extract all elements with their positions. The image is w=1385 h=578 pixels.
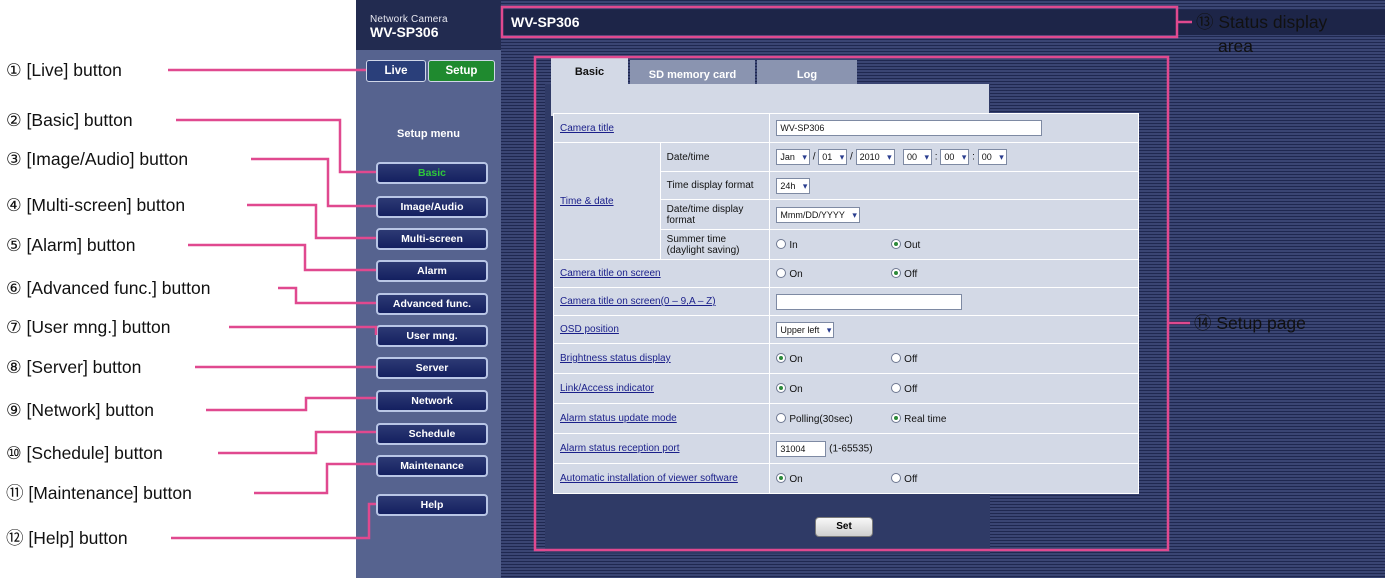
annotation-server: ⑧ [Server] button xyxy=(6,357,142,377)
annotation-multi-screen: ④ [Multi-screen] button xyxy=(6,195,186,215)
annotation-basic: ② [Basic] button xyxy=(6,110,133,130)
callout-5-line xyxy=(188,243,376,272)
callout-4-line xyxy=(247,203,376,240)
callout-11-line xyxy=(254,462,376,495)
annotation-setup-page: ⑭ Setup page xyxy=(1194,313,1306,333)
annotation-network: ⑨ [Network] button xyxy=(6,400,154,420)
annotation-maintenance: ⑪ [Maintenance] button xyxy=(6,483,192,503)
annotation-alarm: ⑤ [Alarm] button xyxy=(6,235,136,255)
annotation-image-audio: ③ [Image/Audio] button xyxy=(6,149,189,169)
annotation-status-line2: area xyxy=(1218,36,1254,56)
annotation-live: ① [Live] button xyxy=(6,60,122,80)
setup-page-frame xyxy=(533,55,1170,552)
annotation-advanced-func: ⑥ [Advanced func.] button xyxy=(6,278,211,298)
callout-7-line xyxy=(229,325,378,335)
callout-6-line xyxy=(278,286,376,305)
annotation-schedule: ⑩ [Schedule] button xyxy=(6,443,163,463)
callout-2-line xyxy=(176,118,376,174)
annotation-help: ⑫ [Help] button xyxy=(6,528,128,548)
status-area-frame xyxy=(500,5,1179,39)
callout-12-line xyxy=(171,502,376,540)
callout-9-line xyxy=(206,396,376,412)
callout-3-line xyxy=(251,157,376,208)
annotation-status-line1: ⑬ Status display xyxy=(1196,12,1328,32)
callout-10-line xyxy=(218,430,376,455)
annotation-user-mng: ⑦ [User mng.] button xyxy=(6,317,171,337)
